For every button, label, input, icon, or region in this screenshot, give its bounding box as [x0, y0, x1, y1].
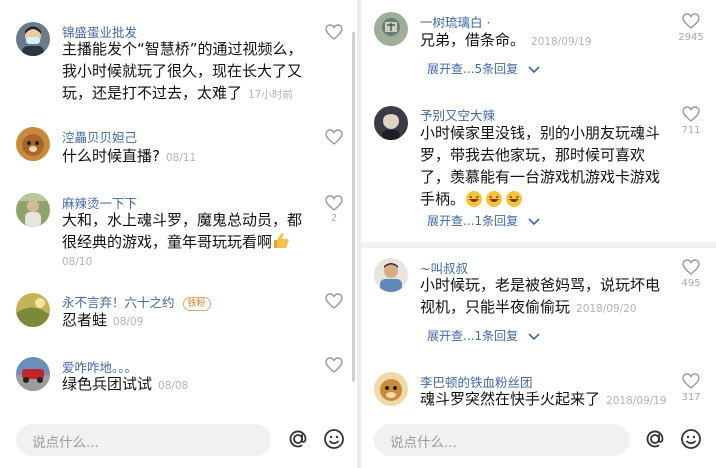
avatar[interactable]: [374, 12, 408, 46]
comment-text: 小时候玩，老是被爸妈骂，说玩坏电 视机，只能半夜偷偷玩 2018/09/20: [420, 274, 682, 320]
avatar[interactable]: [16, 193, 50, 227]
expand-replies-button[interactable]: 展开查...5条回复: [427, 60, 540, 77]
heart-icon[interactable]: [682, 13, 700, 29]
comment-text: 忍者蛙 08/09: [62, 309, 342, 333]
comment-line: 大和，水上魂斗罗，魔鬼总动员，都: [62, 211, 303, 229]
comment-line: 忍者蛙: [62, 311, 108, 329]
comment-line: 主播能发个“智慧桥”的通过视频么，: [62, 40, 303, 58]
avatar[interactable]: [374, 258, 408, 292]
timestamp: 08/08: [158, 380, 189, 392]
at-mention-icon[interactable]: [286, 427, 310, 451]
like-count: 495: [681, 278, 701, 289]
emoji-row: [465, 189, 525, 211]
section-divider: [361, 242, 716, 248]
expand-label: 展开查...1条回复: [427, 214, 519, 228]
heart-icon[interactable]: [325, 129, 343, 145]
comment-line: 视机，只能半夜偷偷玩: [420, 298, 571, 316]
timestamp: 2018/09/20: [576, 303, 637, 315]
comment-input[interactable]: 说点什么...: [374, 424, 630, 456]
emoji-icon[interactable]: [322, 427, 346, 451]
comment-text: 小时候家里没钱，别的小朋友玩魂斗 罗，带我去他家玩，那时候可喜欢 了，羡慕能有一…: [420, 122, 682, 211]
chevron-down-icon: [528, 332, 540, 340]
laughing-emoji-icon: [466, 190, 483, 207]
comment-line: 什么时候直播?: [62, 147, 160, 165]
thumbs-up-icon: [272, 232, 290, 250]
input-placeholder: 说点什么...: [390, 435, 457, 451]
input-placeholder: 说点什么...: [32, 435, 99, 451]
comment-line: 兄弟，借条命。: [420, 31, 526, 49]
avatar[interactable]: [16, 293, 50, 327]
heart-icon[interactable]: [325, 24, 343, 40]
laughing-emoji-icon: [486, 190, 503, 207]
heart-icon[interactable]: [682, 259, 700, 275]
avatar[interactable]: [16, 22, 50, 56]
avatar[interactable]: [16, 357, 50, 391]
scrollbar[interactable]: [352, 32, 355, 382]
comment-text: 什么时候直播? 08/11: [62, 145, 342, 169]
timestamp: 08/10: [62, 256, 93, 268]
avatar[interactable]: [374, 372, 408, 406]
comment-text: 魂斗罗突然在快手火起来了 2018/09/19: [420, 388, 682, 412]
comment-line: 小时候玩，老是被爸妈骂，说玩坏电: [420, 276, 661, 294]
comment-text: 大和，水上魂斗罗，魔鬼总动员，都 很经典的游戏，童年哥玩玩看啊 08/10: [62, 209, 337, 269]
comment-line: 了，羡慕能有一台游戏机游戏卡游戏: [420, 168, 661, 186]
comment-line: 魂斗罗突然在快手火起来了: [420, 390, 601, 408]
comment-text: 主播能发个“智慧桥”的通过视频么， 我小时候就玩了很久，现在长大了又 玩，还是打…: [62, 38, 342, 106]
comment-line: 手柄。: [420, 190, 466, 208]
chevron-down-icon: [528, 65, 540, 73]
like-count: 2: [330, 213, 338, 224]
like-count: 711: [681, 125, 701, 136]
laughing-emoji-icon: [506, 190, 523, 207]
at-mention-icon[interactable]: [643, 427, 667, 451]
username[interactable]: 涳畾贝贝妲己: [62, 127, 137, 146]
comment-input[interactable]: 说点什么...: [16, 424, 271, 456]
chevron-down-icon: [528, 217, 540, 225]
heart-icon[interactable]: [325, 195, 343, 211]
comment-input-bar: 说点什么...: [0, 414, 357, 468]
expand-label: 展开查...5条回复: [427, 62, 519, 76]
heart-icon[interactable]: [682, 106, 700, 122]
expand-label: 展开查...1条回复: [427, 329, 519, 343]
like-count: 2945: [678, 32, 704, 43]
timestamp: 2018/09/19: [606, 395, 667, 407]
timestamp: 08/11: [165, 152, 197, 164]
comment-input-bar: 说点什么...: [361, 414, 716, 468]
heart-icon[interactable]: [325, 293, 343, 309]
avatar[interactable]: [16, 127, 50, 161]
like-count: 317: [681, 392, 701, 403]
comment-line: 玩，还是打不过去，太难了: [62, 84, 243, 102]
timestamp: 08/09: [113, 316, 144, 328]
heart-icon[interactable]: [682, 373, 700, 389]
left-comment-panel: 锦盛蛋业批发 主播能发个“智慧桥”的通过视频么， 我小时候就玩了很久，现在长大了…: [0, 0, 357, 468]
comment-text: 兄弟，借条命。 2018/09/19: [420, 29, 690, 53]
timestamp: 17小时前: [248, 89, 293, 101]
comment-line: 绿色兵团试试: [62, 375, 153, 393]
heart-icon[interactable]: [325, 357, 343, 373]
comment-text: 绿色兵团试试 08/08: [62, 373, 342, 397]
comment-line: 小时候家里没钱，别的小朋友玩魂斗: [420, 124, 661, 142]
expand-replies-button[interactable]: 展开查...1条回复: [427, 327, 540, 344]
avatar[interactable]: [374, 106, 408, 140]
right-comment-panel: 一树琉璃白 · 兄弟，借条命。 2018/09/19 2945 展开查...5条回…: [361, 0, 716, 468]
expand-replies-button[interactable]: 展开查...1条回复: [427, 212, 540, 229]
comment-line: 罗，带我去他家玩，那时候可喜欢: [420, 146, 646, 164]
comment-line: 我小时候就玩了很久，现在长大了又: [62, 62, 303, 80]
timestamp: 2018/09/19: [531, 36, 592, 48]
emoji-icon[interactable]: [679, 427, 703, 451]
username-text: 永不言弃！六十之约: [62, 295, 175, 310]
comment-line: 很经典的游戏，童年哥玩玩看啊: [62, 233, 273, 251]
